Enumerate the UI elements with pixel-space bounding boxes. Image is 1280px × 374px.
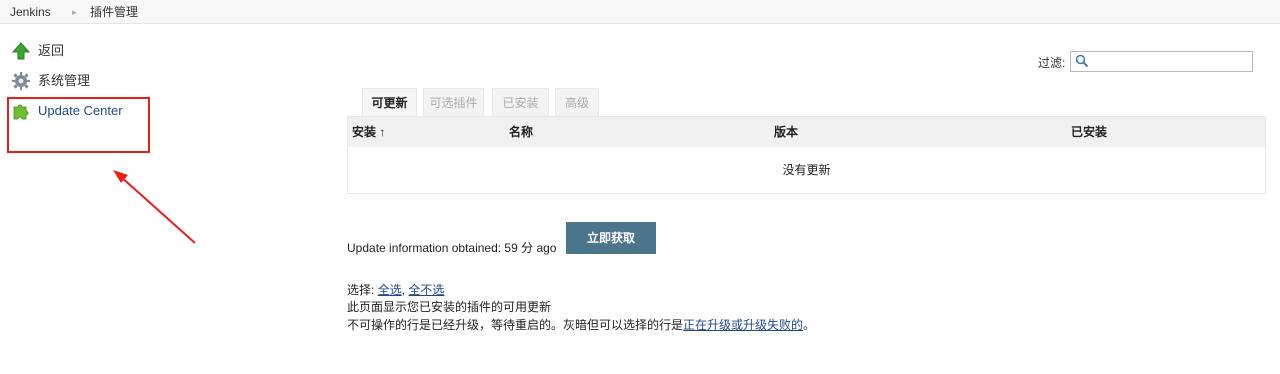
empty-message: 没有更新 <box>782 163 831 177</box>
sort-arrow-icon: ↑ <box>379 125 386 139</box>
upgrading-failed-link[interactable]: 正在升级或升级失败的 <box>683 318 803 332</box>
table-header: 安装 ↑ 名称 版本 已安装 <box>348 117 1265 147</box>
selection-line: 选择: 全选, 全不选 <box>347 281 444 298</box>
select-all-link[interactable]: 全选 <box>378 283 402 297</box>
up-arrow-icon <box>11 42 31 60</box>
search-icon <box>1075 54 1089 68</box>
note-upgrade-status: 不可操作的行是已经升级，等待重启的。灰暗但可以选择的行是正在升级或升级失败的。 <box>347 316 815 333</box>
selection-prefix: 选择: <box>347 283 375 297</box>
tab-updates[interactable]: 可更新 <box>362 88 417 116</box>
breadcrumb: Jenkins ▸ 插件管理 <box>0 0 1280 24</box>
breadcrumb-jenkins[interactable]: Jenkins <box>10 0 51 24</box>
gear-icon <box>12 72 30 90</box>
column-installed[interactable]: 已安装 <box>1071 117 1107 147</box>
sidebar-item-label: 系统管理 <box>38 73 91 88</box>
filter-input[interactable] <box>1070 51 1253 72</box>
sidebar-item-manage[interactable]: 系统管理 <box>12 71 122 91</box>
tab-advanced[interactable]: 高级 <box>555 88 599 116</box>
note-period: 。 <box>803 318 816 332</box>
tab-installed[interactable]: 已安装 <box>492 88 549 116</box>
select-none-link[interactable]: 全不选 <box>408 283 444 297</box>
selection-separator: , <box>401 283 406 297</box>
breadcrumb-plugin-manager[interactable]: 插件管理 <box>90 0 138 24</box>
breadcrumb-separator-icon: ▸ <box>72 7 77 17</box>
column-name[interactable]: 名称 <box>509 117 533 147</box>
column-install[interactable]: 安装 ↑ <box>352 117 385 147</box>
check-now-button[interactable]: 立即获取 <box>566 222 656 254</box>
column-version[interactable]: 版本 <box>774 117 798 147</box>
note-available-updates: 此页面显示您已安装的插件的可用更新 <box>347 300 552 314</box>
update-info-text: Update information obtained: 59 分 ago <box>347 241 557 255</box>
updates-table: 安装 ↑ 名称 版本 已安装 没有更新 <box>347 116 1266 194</box>
note-text: 不可操作的行是已经升级，等待重启的。灰暗但可以选择的行是 <box>347 318 684 332</box>
filter-label: 过滤: <box>1038 56 1066 70</box>
sidebar-item-label: 返回 <box>38 43 65 58</box>
sidebar-item-back[interactable]: 返回 <box>11 41 112 61</box>
tab-available[interactable]: 可选插件 <box>423 88 484 116</box>
highlight-box <box>7 97 150 153</box>
